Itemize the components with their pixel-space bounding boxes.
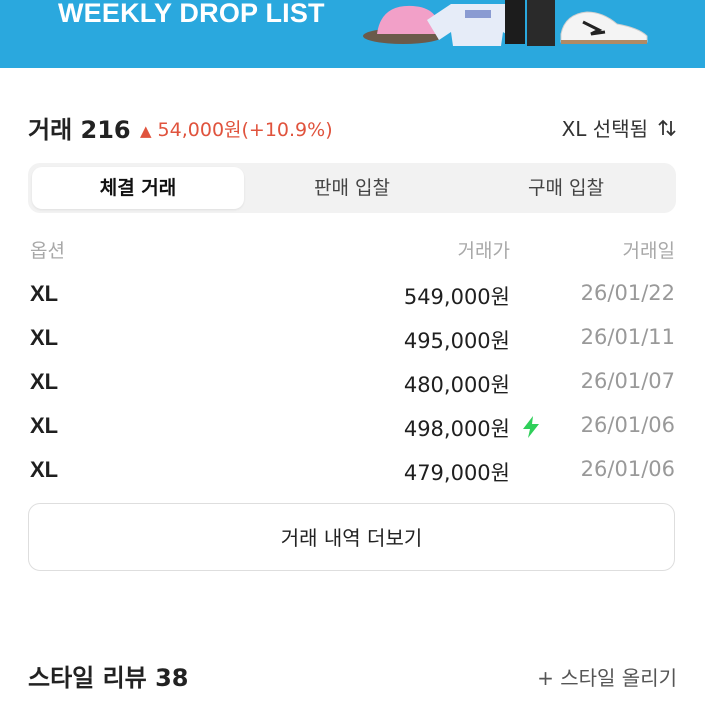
- price-change-text: 54,000원(+10.9%): [157, 119, 333, 141]
- row-size: XL: [30, 369, 59, 394]
- column-header-price: 거래가: [457, 240, 510, 262]
- view-more-trades-button[interactable]: 거래 내역 더보기: [28, 503, 675, 571]
- table-row: XL 480,000원 26/01/07: [0, 369, 705, 413]
- size-filter-label: XL 선택됨: [561, 117, 648, 141]
- row-date: 26/01/06: [580, 457, 675, 481]
- upload-style-button[interactable]: + 스타일 올리기: [537, 662, 677, 691]
- banner-title: WEEKLY DROP LIST: [58, 0, 325, 28]
- table-row: XL 498,000원 26/01/06: [0, 413, 705, 457]
- lightning-bolt-icon: [523, 416, 539, 438]
- row-date: 26/01/22: [580, 281, 675, 305]
- up-triangle-icon: ▲: [140, 122, 152, 140]
- column-header-option: 옵션: [30, 240, 65, 262]
- table-row: XL 479,000원 26/01/06: [0, 457, 705, 501]
- promo-banner[interactable]: WEEKLY DROP LIST: [0, 0, 705, 68]
- table-row: XL 495,000원 26/01/11: [0, 325, 705, 369]
- row-price: 480,000원: [403, 373, 510, 397]
- row-size: XL: [30, 281, 59, 306]
- sort-updown-icon: [658, 119, 676, 136]
- banner-products-image: [363, 0, 648, 46]
- size-filter-button[interactable]: XL 선택됨: [562, 113, 678, 142]
- row-date: 26/01/11: [580, 325, 675, 349]
- row-size: XL: [30, 325, 59, 350]
- row-price: 498,000원: [403, 417, 510, 441]
- row-price: 495,000원: [403, 329, 510, 353]
- row-size: XL: [30, 457, 59, 482]
- trade-count-title: 거래 216: [28, 116, 131, 144]
- table-row: XL 549,000원 26/01/22: [0, 281, 705, 325]
- style-review-title: 스타일 리뷰 38: [28, 664, 189, 692]
- tab-buy-bids[interactable]: 구매 입찰: [460, 167, 672, 209]
- row-size: XL: [30, 413, 59, 438]
- trade-tabs: 체결 거래 판매 입찰 구매 입찰: [28, 163, 676, 213]
- column-header-date: 거래일: [622, 240, 675, 262]
- trade-summary: 거래 216 ▲ 54,000원(+10.9%) XL 선택됨: [28, 110, 678, 144]
- price-change: ▲ 54,000원(+10.9%): [140, 115, 333, 142]
- row-price: 549,000원: [403, 285, 510, 309]
- tab-sell-bids[interactable]: 판매 입찰: [244, 167, 460, 209]
- tab-completed-trades[interactable]: 체결 거래: [32, 167, 244, 209]
- row-price: 479,000원: [403, 461, 510, 485]
- row-date: 26/01/06: [580, 413, 675, 437]
- row-date: 26/01/07: [580, 369, 675, 393]
